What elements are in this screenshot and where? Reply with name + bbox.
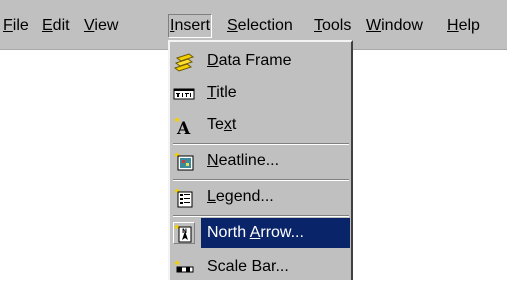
menu-separator bbox=[173, 179, 349, 181]
menu-item-text[interactable]: A Text bbox=[171, 110, 350, 140]
menu-edit[interactable]: Edit bbox=[41, 14, 71, 38]
menu-item-data-frame[interactable]: Data Frame bbox=[171, 46, 350, 76]
north-arrow-icon: N bbox=[173, 222, 195, 244]
scale-bar-icon bbox=[173, 256, 195, 278]
text-icon: A bbox=[173, 114, 195, 139]
title-icon bbox=[173, 82, 195, 104]
menu-view[interactable]: View bbox=[83, 14, 119, 38]
menu-item-north-arrow[interactable]: N North Arrow... bbox=[171, 218, 350, 248]
svg-text:A: A bbox=[176, 119, 191, 136]
data-frame-icon bbox=[173, 50, 195, 72]
menu-item-neatline[interactable]: Neatline... bbox=[171, 146, 350, 176]
menu-separator bbox=[173, 215, 349, 217]
menu-item-title[interactable]: Title bbox=[171, 78, 350, 108]
menu-tools[interactable]: Tools bbox=[313, 14, 352, 38]
menu-separator bbox=[173, 143, 349, 145]
legend-icon bbox=[173, 186, 195, 208]
neatline-icon bbox=[173, 150, 195, 172]
menu-selection[interactable]: Selection bbox=[226, 14, 294, 38]
menu-item-scale-bar[interactable]: Scale Bar... bbox=[171, 252, 350, 282]
menu-file[interactable]: File bbox=[2, 14, 30, 38]
menu-help[interactable]: Help bbox=[446, 14, 481, 38]
menu-window[interactable]: Window bbox=[365, 14, 424, 38]
menu-insert[interactable]: Insert bbox=[168, 14, 213, 38]
menu-item-legend[interactable]: Legend... bbox=[171, 182, 350, 212]
insert-menu-dropdown: Data Frame Title A Text Neatline... Lege… bbox=[168, 40, 353, 280]
